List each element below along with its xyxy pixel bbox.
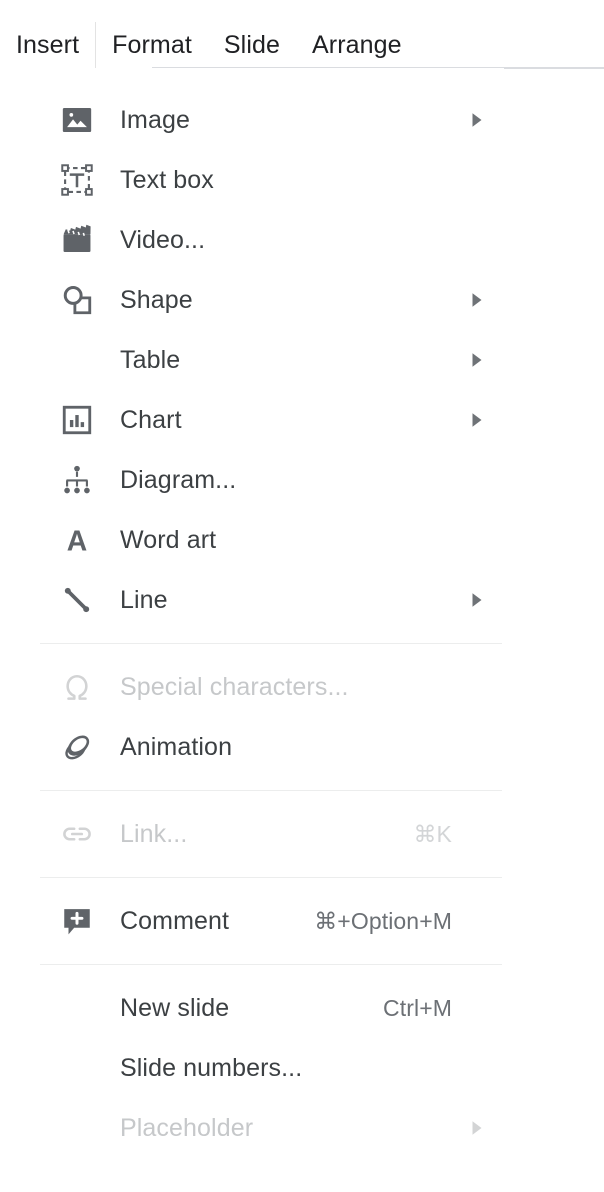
svg-text:A: A [67, 526, 87, 557]
menu-item-word-art[interactable]: A Word art [38, 510, 504, 570]
menu-separator [40, 643, 502, 644]
wordart-icon: A [58, 521, 96, 559]
image-icon [58, 101, 96, 139]
submenu-arrow-icon [466, 291, 488, 309]
menu-item-shape[interactable]: Shape [38, 270, 504, 330]
menu-item-label: Diagram... [120, 465, 237, 494]
menu-item-comment[interactable]: Comment ⌘+Option+M [38, 891, 504, 951]
comment-icon [58, 902, 96, 940]
menubar-tab-slide[interactable]: Slide [208, 22, 296, 68]
menubar-tab-insert[interactable]: Insert [0, 22, 97, 68]
video-icon [58, 221, 96, 259]
menu-item-icon-placeholder [58, 989, 96, 1027]
menu-item-special-characters: Special characters... [38, 657, 504, 717]
menu-item-shortcut: ⌘K [413, 820, 452, 847]
menu-separator [40, 877, 502, 878]
menu-item-table[interactable]: Table [38, 330, 504, 390]
menu-item-diagram[interactable]: Diagram... [38, 450, 504, 510]
menu-item-new-slide[interactable]: New slide Ctrl+M [38, 978, 504, 1038]
textbox-icon [58, 161, 96, 199]
submenu-arrow-icon [466, 1119, 488, 1137]
menu-item-icon-placeholder [58, 341, 96, 379]
menu-item-slide-numbers[interactable]: Slide numbers... [38, 1038, 504, 1098]
omega-icon [58, 668, 96, 706]
submenu-arrow-icon [466, 411, 488, 429]
menu-item-text-box[interactable]: Text box [38, 150, 504, 210]
menu-item-animation[interactable]: Animation [38, 717, 504, 777]
chart-icon [58, 401, 96, 439]
menu-item-label: Placeholder [120, 1113, 254, 1142]
line-icon [58, 581, 96, 619]
animation-icon [58, 728, 96, 766]
menu-item-line[interactable]: Line [38, 570, 504, 630]
menu-item-label: Text box [120, 165, 214, 194]
menu-item-label: Slide numbers... [120, 1053, 303, 1082]
menu-item-label: Link... [120, 819, 188, 848]
menu-item-label: Shape [120, 285, 193, 314]
menubar-tab-arrange[interactable]: Arrange [296, 22, 418, 68]
menu-item-icon-placeholder [58, 1049, 96, 1087]
menu-item-label: Animation [120, 732, 233, 761]
menu-item-label: Video... [120, 225, 206, 254]
menu-item-label: Comment [120, 906, 230, 935]
link-icon [58, 815, 96, 853]
diagram-icon [58, 461, 96, 499]
menu-item-image[interactable]: Image [38, 90, 504, 150]
menu-item-shortcut: Ctrl+M [383, 994, 452, 1021]
menubar-tab-format[interactable]: Format [96, 22, 208, 68]
menu-item-label: New slide [120, 993, 230, 1022]
menu-item-label: Table [120, 345, 181, 374]
insert-menu-panel: Image Text box Video... Shape Table Chart Diag… [38, 68, 504, 1168]
submenu-arrow-icon [466, 111, 488, 129]
menu-item-shortcut: ⌘+Option+M [314, 907, 452, 934]
menu-item-link: Link... ⌘K [38, 804, 504, 864]
submenu-arrow-icon [466, 351, 488, 369]
menu-item-chart[interactable]: Chart [38, 390, 504, 450]
menu-item-label: Line [120, 585, 168, 614]
menu-item-label: Image [120, 105, 190, 134]
menu-separator [40, 790, 502, 791]
menu-item-video[interactable]: Video... [38, 210, 504, 270]
menu-item-placeholder: Placeholder [38, 1098, 504, 1158]
menu-item-label: Special characters... [120, 672, 349, 701]
menu-item-label: Word art [120, 525, 217, 554]
menubar: Insert Format Slide Arrange [0, 0, 604, 70]
menubar-tab-strip: Insert Format Slide Arrange [0, 22, 418, 68]
submenu-arrow-icon [466, 591, 488, 609]
menu-item-label: Chart [120, 405, 182, 434]
menu-item-icon-placeholder [58, 1109, 96, 1147]
shape-icon [58, 281, 96, 319]
menu-separator [40, 964, 502, 965]
